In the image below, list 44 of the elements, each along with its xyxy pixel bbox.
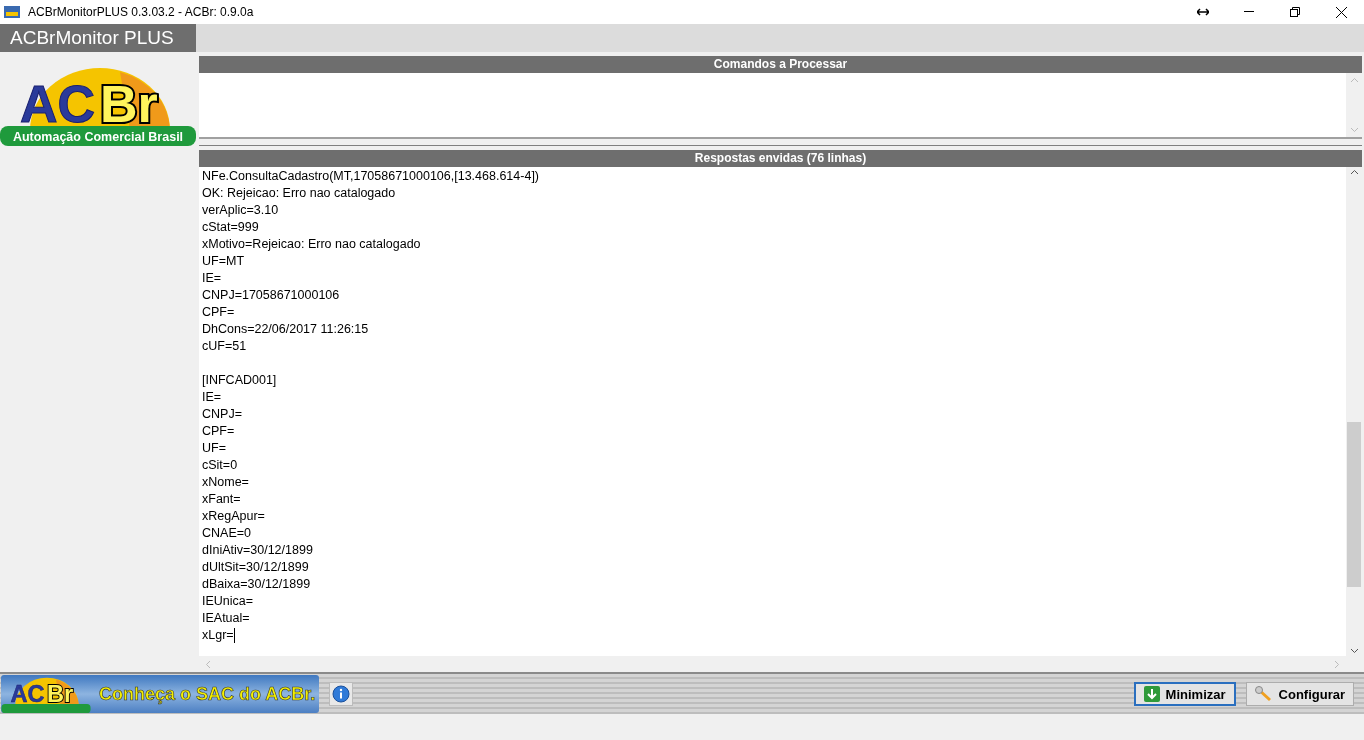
minimize-button[interactable]: Minimizar [1133,682,1236,706]
response-line: IEUnica= [202,594,254,608]
response-line: UF=MT [202,254,244,268]
app-icon [4,6,20,18]
response-line: OK: Rejeicao: Erro nao catalogado [202,186,396,200]
response-line: CPF= [202,305,235,319]
window-title: ACBrMonitorPLUS 0.3.03.2 - ACBr: 0.9.0a [28,5,255,19]
down-arrow-icon [1143,686,1160,702]
response-line: xRegApur= [202,509,265,523]
response-line: IE= [202,271,222,285]
response-line: UF= [202,441,226,455]
app-title: ACBrMonitor PLUS [0,24,196,52]
response-line: xLgr= [202,628,234,642]
response-line: CNPJ=17058671000106 [202,288,340,302]
response-line: IEAtual= [202,611,250,625]
splitter[interactable] [199,137,1362,146]
response-line: DhCons=22/06/2017 11:26:15 [202,322,369,336]
response-line: CNPJ= [202,407,242,421]
scroll-left-icon[interactable] [205,659,211,669]
response-line: CNAE=0 [202,526,251,540]
response-line: cSit=0 [202,458,238,472]
panel-header: Respostas envidas (76 linhas) [199,150,1362,167]
response-line: dUltSit=30/12/1899 [202,560,309,574]
scroll-thumb[interactable] [1347,422,1361,587]
response-line: IE= [202,390,222,404]
configure-button[interactable]: Configurar [1245,682,1354,706]
response-line: NFe.ConsultaCadastro(MT,17058671000106,[13.468.614-4]) [202,169,540,183]
text-cursor [233,628,235,644]
scroll-right-icon[interactable] [1334,659,1340,669]
response-line: xMotivo=Rejeicao: Erro nao catalogado [202,237,421,251]
response-line: dIniAtiv=30/12/1899 [202,543,313,557]
response-line: cUF=51 [202,339,247,353]
wrench-icon [1254,686,1273,702]
response-line: dBaixa=30/12/1899 [202,577,311,591]
response-line: [INFCAD001] [202,373,277,387]
response-line: xNome= [202,475,249,489]
scroll-down-icon[interactable] [1349,648,1359,654]
response-line: CPF= [202,424,235,438]
response-line: cStat=999 [202,220,259,234]
panel-header: Comandos a Processar [199,56,1362,73]
scroll-up-icon[interactable] [1349,169,1359,175]
response-line: xFant= [202,492,241,506]
response-line: verAplic=3.10 [202,203,279,217]
info-button[interactable] [329,682,353,706]
